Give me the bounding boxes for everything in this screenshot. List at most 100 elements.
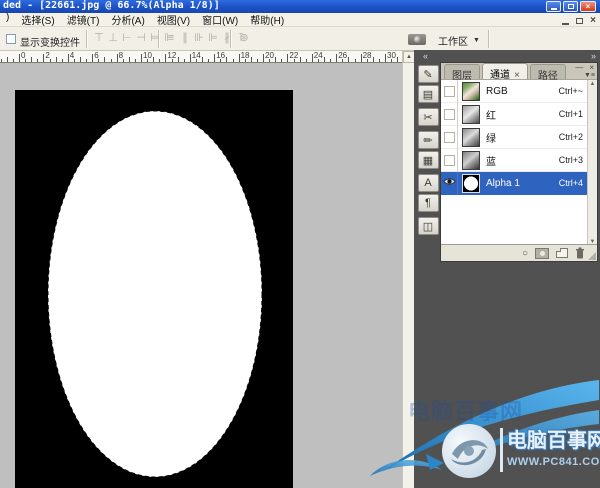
dock-expand-icon[interactable]: » <box>591 51 596 61</box>
ruler-tick <box>281 59 282 62</box>
ruler-tick <box>397 57 398 62</box>
show-transform-controls-checkbox[interactable] <box>6 34 16 44</box>
channel-row-蓝[interactable]: 蓝Ctrl+3 <box>441 149 587 172</box>
pasteboard <box>0 63 402 488</box>
visibility-toggle[interactable] <box>441 103 458 126</box>
close-button[interactable]: × <box>580 1 596 12</box>
channel-thumbnail-green <box>462 128 480 147</box>
channel-row-RGB[interactable]: RGBCtrl+~ <box>441 80 587 103</box>
minimize-button[interactable] <box>546 1 561 12</box>
menu-item-3[interactable]: 分析(A) <box>105 12 150 27</box>
doc-minimize-button[interactable] <box>562 17 569 25</box>
channel-shortcut: Ctrl+3 <box>559 155 583 165</box>
panel-close-icon[interactable]: × <box>589 64 594 72</box>
separator <box>488 30 490 48</box>
visibility-toggle[interactable] <box>441 149 458 172</box>
ruler-tick <box>172 59 173 62</box>
channel-list-scrollbar[interactable]: ▲ ▼ <box>587 80 597 246</box>
menu-item-4[interactable]: 视图(V) <box>151 12 196 27</box>
ruler-tick <box>159 59 160 62</box>
elliptical-selection[interactable] <box>48 111 262 477</box>
channel-row-绿[interactable]: 绿Ctrl+2 <box>441 126 587 149</box>
panel-window-controls: — × <box>575 64 594 72</box>
channel-shortcut: Ctrl+4 <box>559 178 583 188</box>
visibility-toggle[interactable] <box>441 80 458 103</box>
ruler-tick <box>251 57 252 62</box>
auto-align-wrap: ⊛ <box>238 31 250 46</box>
channel-name: 蓝 <box>486 153 559 168</box>
menu-item-5[interactable]: 窗口(W) <box>196 12 244 27</box>
ruler-tick <box>135 59 136 62</box>
align-icon-2[interactable]: ⊢ <box>121 31 133 46</box>
panel-resize-grip[interactable] <box>588 252 596 260</box>
ruler-tick <box>98 59 99 62</box>
ruler-tick <box>74 59 75 62</box>
panel-menu-icon[interactable]: ▼≡ <box>584 72 595 79</box>
photoshop-window: ded - [22661.jpg @ 66.7%(Alpha 1/8)] × )… <box>0 0 600 488</box>
create-new-channel-icon[interactable] <box>556 248 568 258</box>
menu-item-6[interactable]: 帮助(H) <box>244 12 290 27</box>
brushes-panel-icon[interactable]: ✏ <box>418 131 439 149</box>
align-icon-1[interactable]: ⊥ <box>107 31 119 46</box>
go-to-bridge-icon[interactable] <box>408 34 426 45</box>
ruler-tick <box>202 57 203 62</box>
menu-item-0[interactable]: ) <box>0 12 15 27</box>
ruler-tick <box>80 57 81 62</box>
ruler-tick <box>361 54 362 62</box>
doc-restore-button[interactable] <box>576 18 583 24</box>
ruler-tick <box>68 54 69 62</box>
ruler-tick <box>312 54 313 62</box>
canvas[interactable] <box>15 90 293 488</box>
visibility-toggle[interactable] <box>441 126 458 149</box>
channel-thumbnail-alpha <box>462 174 480 193</box>
tab-路径[interactable]: 路径 <box>530 64 566 79</box>
restore-button[interactable] <box>563 1 578 12</box>
strip-separator <box>417 213 440 216</box>
delete-channel-icon[interactable] <box>575 247 585 259</box>
auto-align-layers-icon[interactable]: ⊛ <box>238 31 250 46</box>
scroll-up-arrow-icon[interactable]: ▲ <box>588 81 597 87</box>
ruler-tick <box>43 54 44 62</box>
distribute-icon-2[interactable]: ⊪ <box>193 31 205 46</box>
tab-通道[interactable]: 通道× <box>482 63 528 79</box>
separator <box>230 30 232 48</box>
layer-comps-panel-icon[interactable]: ◫ <box>418 217 439 235</box>
channel-row-红[interactable]: 红Ctrl+1 <box>441 103 587 126</box>
dock-collapse-icon[interactable]: « <box>423 51 428 61</box>
paragraph-panel-icon[interactable]: ¶ <box>418 194 439 212</box>
scissors-panel-icon[interactable]: ✂ <box>418 108 439 126</box>
ruler-tick <box>348 57 349 62</box>
document-vertical-scrollbar[interactable]: ▲ <box>402 51 414 488</box>
channel-name: 红 <box>486 107 559 122</box>
panel-minimize-icon[interactable]: — <box>575 64 583 72</box>
ruler-tick <box>342 59 343 62</box>
character-panel-icon[interactable]: A <box>418 174 439 192</box>
swatches-panel-icon[interactable]: ▦ <box>418 151 439 169</box>
tab-图层[interactable]: 图层 <box>444 64 480 79</box>
menu-item-2[interactable]: 滤镜(T) <box>61 12 106 27</box>
align-icon-0[interactable]: ⊤ <box>93 31 105 46</box>
distribute-icon-0[interactable]: ≡ <box>165 31 177 46</box>
ruler-tick <box>25 59 26 62</box>
visibility-toggle[interactable] <box>441 172 458 195</box>
menu-item-1[interactable]: 选择(S) <box>15 12 60 27</box>
clone-source-panel-icon[interactable]: ▤ <box>418 85 439 103</box>
distribute-icon-3[interactable]: ⊫ <box>207 31 219 46</box>
brush-panel-icon[interactable]: ✎ <box>418 65 439 83</box>
workspace-button[interactable]: 工作区 ▼ <box>438 33 480 48</box>
load-channel-as-selection-icon[interactable]: ○ <box>522 248 528 259</box>
ruler-tick <box>184 59 185 62</box>
options-bar: 显示变换控件 ⊤⊥⊢⊣⊨⊩ ≡∥⊪⊫∦⊺ ⊛ 工作区 ▼ <box>0 27 600 51</box>
ruler-tick <box>7 57 8 62</box>
eye-icon <box>443 177 456 189</box>
align-icons: ⊤⊥⊢⊣⊨⊩ <box>93 31 175 46</box>
ruler-tick <box>355 59 356 62</box>
channel-list: RGBCtrl+~红Ctrl+1绿Ctrl+2蓝Ctrl+3Alpha 1Ctr… <box>441 80 587 246</box>
doc-close-button[interactable]: × <box>590 15 596 26</box>
channel-row-Alpha 1[interactable]: Alpha 1Ctrl+4 <box>441 172 587 195</box>
channels-panel: 图层通道×路径 — × ▼≡ RGBCtrl+~红Ctrl+1绿Ctrl+2蓝C… <box>440 62 598 262</box>
distribute-icon-1[interactable]: ∥ <box>179 31 191 46</box>
align-icon-3[interactable]: ⊣ <box>135 31 147 46</box>
save-selection-as-channel-icon[interactable] <box>535 248 549 259</box>
ruler-tick <box>367 59 368 62</box>
